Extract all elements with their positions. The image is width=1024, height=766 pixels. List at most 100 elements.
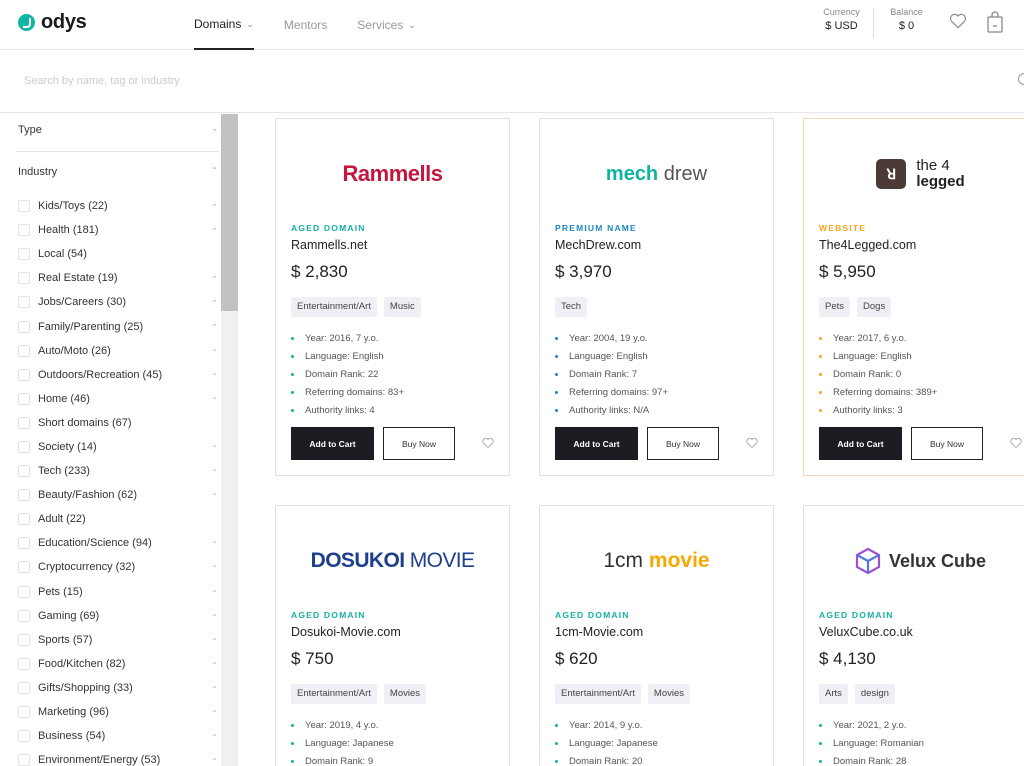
industry-filter-item[interactable]: Home (46) ⌄ <box>18 387 218 411</box>
industry-filter-item[interactable]: Adult (22) <box>18 507 218 531</box>
balance-display[interactable]: Balance $ 0 <box>884 7 929 32</box>
chevron-down-icon[interactable]: ⌄ <box>211 705 218 714</box>
filter-industry-header[interactable]: Industry ⌃ <box>18 166 218 178</box>
industry-filter-item[interactable]: Real Estate (19) ⌄ <box>18 266 218 290</box>
tag[interactable]: Movies <box>383 684 427 704</box>
industry-checkbox[interactable] <box>18 320 30 333</box>
industry-filter-item[interactable]: Outdoors/Recreation (45) ⌄ <box>18 363 218 387</box>
buy-now-button[interactable]: Buy Now <box>647 427 719 460</box>
tag[interactable]: Pets <box>819 297 851 317</box>
chevron-down-icon[interactable]: ⌄ <box>211 585 218 594</box>
industry-checkbox[interactable] <box>18 609 30 622</box>
search-icon[interactable] <box>1018 73 1024 85</box>
industry-checkbox[interactable] <box>18 513 30 526</box>
industry-checkbox[interactable] <box>18 489 30 502</box>
industry-filter-item[interactable]: Health (181) ⌄ <box>18 218 218 242</box>
domain-card[interactable]: ꓤ the 4 legged WEBSITE The4Legged.com $ 5… <box>803 118 1024 476</box>
domain-name[interactable]: Rammells.net <box>291 238 367 252</box>
chevron-down-icon[interactable]: ⌄ <box>211 223 218 232</box>
chevron-down-icon[interactable]: ⌄ <box>211 488 218 497</box>
nav-services[interactable]: Services ⌄ <box>357 0 416 50</box>
chevron-down-icon[interactable]: ⌄ <box>211 199 218 208</box>
industry-checkbox[interactable] <box>18 730 30 743</box>
domain-card[interactable]: DOSUKOI MOVIE AGED DOMAIN Dosukoi-Movie.… <box>275 505 510 766</box>
industry-filter-item[interactable]: Society (14) ⌄ <box>18 435 218 459</box>
domain-card[interactable]: Rammells AGED DOMAIN Rammells.net $ 2,83… <box>275 118 510 476</box>
favorites-heart-icon[interactable] <box>948 11 968 31</box>
chevron-down-icon[interactable]: ⌄ <box>211 536 218 545</box>
industry-checkbox[interactable] <box>18 440 30 453</box>
chevron-down-icon[interactable]: ⌄ <box>211 344 218 353</box>
filter-type-header[interactable]: Type ⌄ <box>18 124 218 136</box>
buy-now-button[interactable]: Buy Now <box>911 427 983 460</box>
industry-checkbox[interactable] <box>18 633 30 646</box>
chevron-down-icon[interactable]: ⌄ <box>211 319 218 328</box>
cart-bag-icon[interactable] <box>986 11 1004 33</box>
industry-filter-item[interactable]: Food/Kitchen (82) ⌄ <box>18 652 218 676</box>
industry-checkbox[interactable] <box>18 344 30 357</box>
industry-checkbox[interactable] <box>18 537 30 550</box>
chevron-down-icon[interactable]: ⌄ <box>211 753 218 762</box>
industry-filter-item[interactable]: Kids/Toys (22) ⌄ <box>18 194 218 218</box>
industry-checkbox[interactable] <box>18 561 30 574</box>
industry-checkbox[interactable] <box>18 248 30 261</box>
industry-filter-item[interactable]: Family/Parenting (25) ⌄ <box>18 314 218 338</box>
industry-checkbox[interactable] <box>18 657 30 670</box>
sidebar-scrollbar-thumb[interactable] <box>221 114 238 311</box>
add-to-cart-button[interactable]: Add to Cart <box>819 427 902 460</box>
odys-logo[interactable]: odys <box>18 11 87 34</box>
industry-checkbox[interactable] <box>18 272 30 285</box>
domain-name[interactable]: The4Legged.com <box>819 238 916 252</box>
chevron-down-icon[interactable]: ⌄ <box>211 609 218 618</box>
chevron-down-icon[interactable]: ⌄ <box>211 681 218 690</box>
industry-checkbox[interactable] <box>18 585 30 598</box>
favorite-heart-icon[interactable] <box>481 436 495 450</box>
tag[interactable]: Music <box>383 297 421 317</box>
add-to-cart-button[interactable]: Add to Cart <box>555 427 638 460</box>
industry-filter-item[interactable]: Sports (57) ⌄ <box>18 628 218 652</box>
tag[interactable]: Arts <box>819 684 848 704</box>
chevron-down-icon[interactable]: ⌄ <box>211 560 218 569</box>
industry-filter-item[interactable]: Pets (15) ⌄ <box>18 580 218 604</box>
industry-filter-item[interactable]: Beauty/Fashion (62) ⌄ <box>18 483 218 507</box>
industry-filter-item[interactable]: Auto/Moto (26) ⌄ <box>18 339 218 363</box>
industry-checkbox[interactable] <box>18 706 30 719</box>
chevron-down-icon[interactable]: ⌄ <box>211 368 218 377</box>
tag[interactable]: Movies <box>647 684 691 704</box>
tag[interactable]: design <box>854 684 895 704</box>
industry-checkbox[interactable] <box>18 296 30 309</box>
industry-checkbox[interactable] <box>18 224 30 237</box>
industry-filter-item[interactable]: Gaming (69) ⌄ <box>18 604 218 628</box>
nav-mentors[interactable]: Mentors <box>284 0 327 50</box>
tag[interactable]: Entertainment/Art <box>291 684 377 704</box>
chevron-down-icon[interactable]: ⌄ <box>211 633 218 642</box>
domain-name[interactable]: 1cm-Movie.com <box>555 625 643 639</box>
currency-selector[interactable]: Currency $ USD <box>819 7 864 32</box>
favorite-heart-icon[interactable] <box>1009 436 1023 450</box>
industry-checkbox[interactable] <box>18 392 30 405</box>
industry-checkbox[interactable] <box>18 368 30 381</box>
domain-name[interactable]: MechDrew.com <box>555 238 641 252</box>
industry-filter-item[interactable]: Jobs/Careers (30) ⌄ <box>18 290 218 314</box>
industry-filter-item[interactable]: Education/Science (94) ⌄ <box>18 531 218 555</box>
buy-now-button[interactable]: Buy Now <box>383 427 455 460</box>
tag[interactable]: Entertainment/Art <box>291 297 377 317</box>
domain-name[interactable]: VeluxCube.co.uk <box>819 625 913 639</box>
chevron-down-icon[interactable]: ⌄ <box>211 464 218 473</box>
industry-filter-item[interactable]: Environment/Energy (53) ⌄ <box>18 748 218 766</box>
tag[interactable]: Entertainment/Art <box>555 684 641 704</box>
chevron-down-icon[interactable]: ⌄ <box>211 729 218 738</box>
industry-filter-item[interactable]: Local (54) <box>18 242 218 266</box>
chevron-down-icon[interactable]: ⌄ <box>211 271 218 280</box>
domain-card[interactable]: mech drew PREMIUM NAME MechDrew.com $ 3,… <box>539 118 774 476</box>
chevron-down-icon[interactable]: ⌄ <box>211 295 218 304</box>
nav-domains[interactable]: Domains ⌄ <box>194 0 254 50</box>
industry-filter-item[interactable]: Tech (233) ⌄ <box>18 459 218 483</box>
tag[interactable]: Tech <box>555 297 588 317</box>
industry-filter-item[interactable]: Cryptocurrency (32) ⌄ <box>18 555 218 579</box>
add-to-cart-button[interactable]: Add to Cart <box>291 427 374 460</box>
chevron-down-icon[interactable]: ⌄ <box>211 440 218 449</box>
industry-filter-item[interactable]: Business (54) ⌄ <box>18 724 218 748</box>
industry-filter-item[interactable]: Gifts/Shopping (33) ⌄ <box>18 676 218 700</box>
industry-checkbox[interactable] <box>18 754 30 766</box>
